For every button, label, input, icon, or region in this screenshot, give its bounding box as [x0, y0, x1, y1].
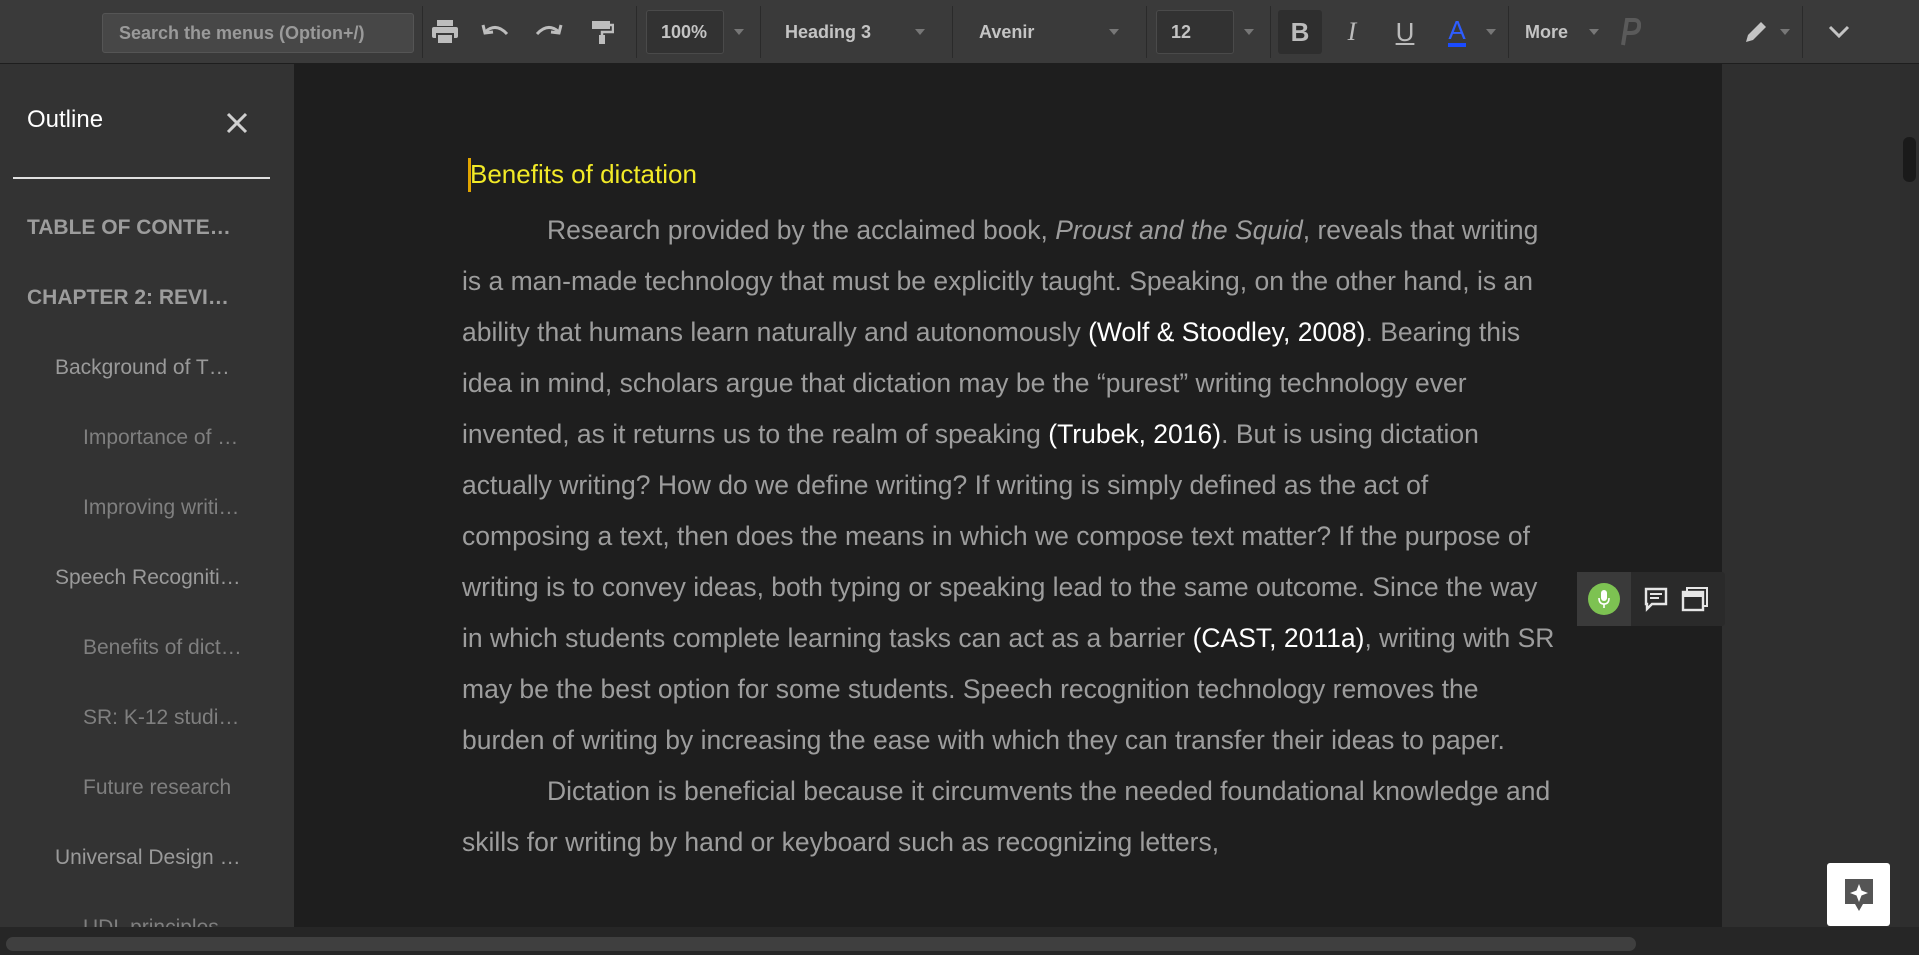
toolbar-divider — [1802, 6, 1803, 58]
collapse-menu-button[interactable] — [1817, 10, 1861, 54]
toolbar-divider — [1508, 6, 1509, 58]
italic-button[interactable]: I — [1330, 10, 1374, 54]
toolbar-divider — [1270, 6, 1271, 58]
bold-label: B — [1290, 16, 1310, 47]
menu-search-input[interactable]: Search the menus (Option+/) — [102, 13, 414, 53]
book-title: Proust and the Squid — [1055, 215, 1303, 245]
text-color-button[interactable]: A — [1435, 10, 1479, 54]
paste-p-icon[interactable] — [1606, 10, 1650, 54]
font-dropdown[interactable]: Avenir — [979, 10, 1129, 54]
font-size-value: 12 — [1171, 21, 1192, 42]
style-value: Heading 3 — [785, 21, 872, 42]
citation: (Wolf & Stoodley, 2008) — [1088, 317, 1366, 347]
chevron-down-icon — [1780, 29, 1790, 35]
more-label: More — [1525, 21, 1569, 42]
bold-button[interactable]: B — [1278, 10, 1322, 54]
toolbar: Search the menus (Option+/) 100% Heading… — [0, 0, 1919, 64]
zoom-caret[interactable] — [726, 10, 754, 54]
citation: (CAST, 2011a) — [1192, 623, 1365, 653]
chevron-down-icon — [915, 29, 925, 35]
font-size-caret[interactable] — [1236, 10, 1264, 54]
outline-item[interactable]: CHAPTER 2: REVI… — [27, 286, 257, 310]
close-icon[interactable] — [222, 108, 252, 138]
toolbar-divider — [952, 6, 953, 58]
toolbar-divider — [636, 6, 637, 58]
more-dropdown[interactable]: More — [1525, 10, 1605, 54]
text-run: Dictation is beneficial because it circu… — [462, 776, 1551, 857]
font-size-input[interactable]: 12 — [1156, 10, 1234, 54]
paint-format-icon[interactable] — [584, 14, 620, 50]
outline-item[interactable]: SR: K-12 studi… — [83, 706, 253, 730]
vertical-scrollbar[interactable] — [1900, 64, 1919, 927]
toolbar-divider — [1146, 6, 1147, 58]
chevron-down-icon — [1589, 29, 1599, 35]
floating-toolbar — [1577, 572, 1725, 626]
chevron-down-icon — [734, 29, 744, 35]
text-color-caret[interactable] — [1478, 10, 1500, 54]
editing-mode-caret[interactable] — [1772, 10, 1794, 54]
text-run: . But is using dictation actually writin… — [462, 419, 1538, 653]
document-body[interactable]: Research provided by the acclaimed book,… — [462, 205, 1562, 868]
underline-label: U — [1395, 16, 1415, 47]
font-value: Avenir — [979, 21, 1035, 42]
chevron-down-icon — [1486, 29, 1496, 35]
outline-item[interactable]: Importance of … — [83, 426, 253, 450]
paragraph[interactable]: Research provided by the acclaimed book,… — [462, 205, 1562, 766]
window-icon[interactable] — [1681, 586, 1709, 617]
microphone-icon — [1588, 583, 1620, 615]
menu-search-placeholder: Search the menus (Option+/) — [119, 22, 365, 43]
outline-divider — [13, 177, 270, 179]
toolbar-divider — [760, 6, 761, 58]
document-heading[interactable]: Benefits of dictation — [470, 159, 697, 190]
text-run: Research provided by the acclaimed book, — [547, 215, 1056, 245]
outline-title: Outline — [27, 106, 104, 133]
chevron-down-icon — [1244, 29, 1254, 35]
explore-icon — [1844, 878, 1873, 911]
vertical-scrollbar-thumb[interactable] — [1903, 137, 1916, 182]
outline-item[interactable]: Future research — [83, 776, 253, 800]
paragraph[interactable]: Dictation is beneficial because it circu… — [462, 766, 1562, 868]
outline-item[interactable]: TABLE OF CONTE… — [27, 216, 257, 240]
outline-item[interactable]: Benefits of dict… — [83, 636, 253, 660]
zoom-dropdown[interactable]: 100% — [646, 10, 724, 54]
citation: (Trubek, 2016) — [1048, 419, 1222, 449]
undo-icon[interactable] — [478, 14, 514, 50]
outline-item[interactable]: Universal Design … — [55, 846, 259, 870]
chevron-down-icon — [1828, 25, 1850, 39]
text-color-label: A — [1448, 15, 1466, 47]
horizontal-scrollbar-thumb[interactable] — [6, 937, 1636, 951]
outline-panel: Outline TABLE OF CONTE… CHAPTER 2: REVI…… — [0, 64, 294, 936]
chevron-down-icon — [1109, 29, 1119, 35]
underline-button[interactable]: U — [1383, 10, 1427, 54]
voice-typing-button[interactable] — [1577, 572, 1631, 626]
print-icon[interactable] — [427, 14, 463, 50]
outline-item[interactable]: Background of T… — [55, 356, 259, 380]
italic-label: I — [1347, 17, 1357, 46]
style-dropdown[interactable]: Heading 3 — [785, 10, 935, 54]
document-page[interactable]: Benefits of dictation Research provided … — [294, 64, 1722, 927]
right-gutter — [1722, 64, 1919, 927]
zoom-value: 100% — [661, 21, 708, 42]
outline-item[interactable]: Improving writi… — [83, 496, 253, 520]
toolbar-divider — [422, 6, 423, 58]
explore-button[interactable] — [1827, 863, 1890, 926]
outline-item[interactable]: Speech Recogniti… — [55, 566, 259, 590]
comment-icon[interactable] — [1643, 586, 1669, 617]
redo-icon[interactable] — [530, 14, 566, 50]
